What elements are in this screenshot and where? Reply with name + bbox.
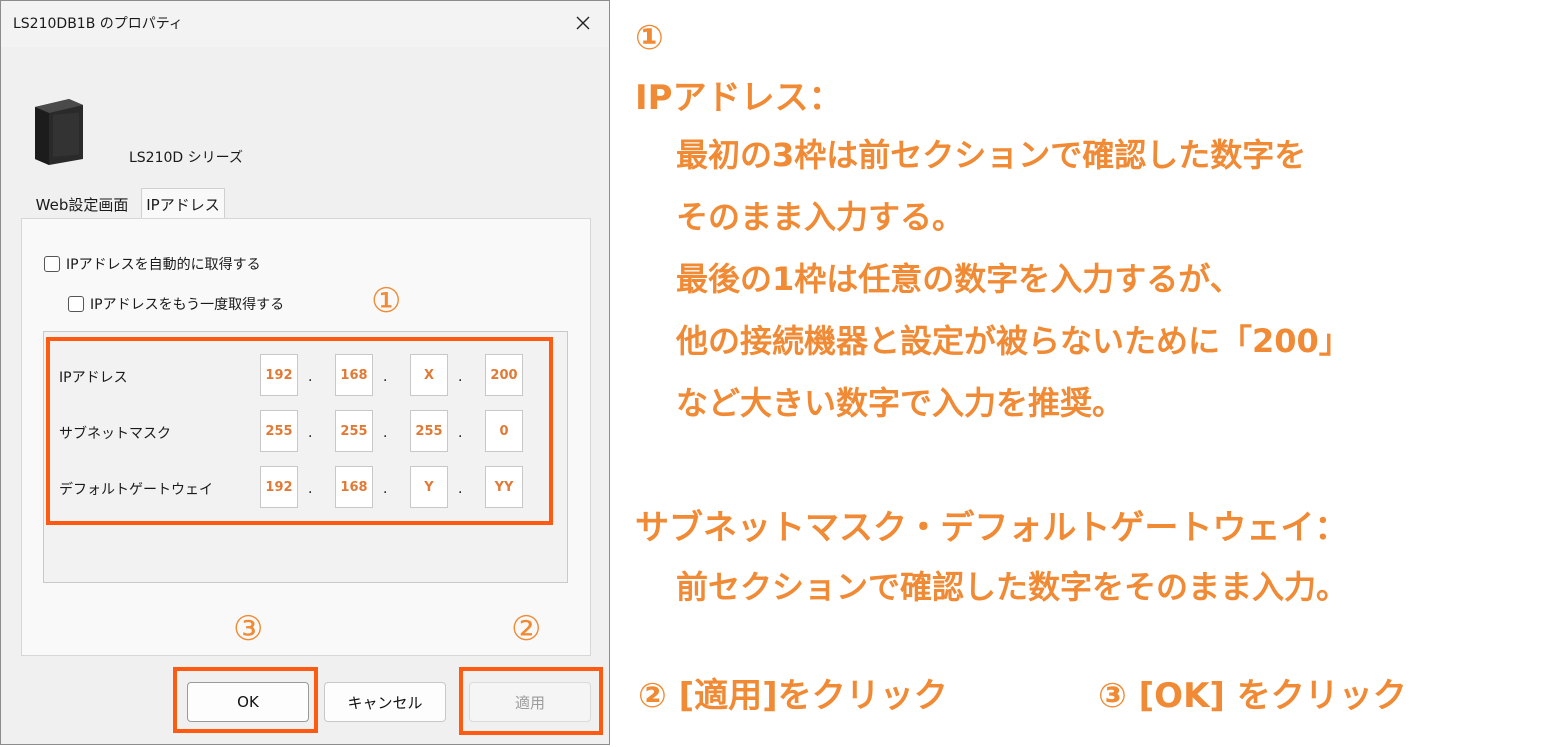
annotation-subnet-line: 前セクションで確認した数字をそのまま入力。: [676, 568, 1349, 606]
cancel-button[interactable]: キャンセル: [324, 682, 446, 722]
annotation-ip-line: 他の接続機器と設定が被らないために「200」: [676, 322, 1351, 360]
reacquire-ip-label: IPアドレスをもう一度取得する: [90, 297, 285, 313]
tab-web-settings[interactable]: Web設定画面: [23, 189, 141, 219]
tab-ip-address[interactable]: IPアドレス: [141, 188, 225, 219]
fields-highlight-frame: [46, 337, 553, 525]
annotation-marker-one: ①: [635, 18, 664, 58]
annotation-ip-line: 最後の1枠は任意の数字を入力するが、: [676, 260, 1242, 298]
annotation-ip-line: そのまま入力する。: [676, 198, 965, 236]
auto-ip-label: IPアドレスを自動的に取得する: [66, 257, 261, 273]
dialog-title: LS210DB1B のプロパティ: [13, 16, 183, 32]
auto-ip-checkbox[interactable]: [44, 256, 60, 272]
annotation-ip-line: 最初の3枠は前セクションで確認した数字を: [676, 136, 1307, 174]
marker-one: ①: [371, 281, 402, 321]
device-series-label: LS210D シリーズ: [129, 150, 243, 166]
close-button[interactable]: [563, 5, 603, 41]
ok-highlight-frame: [173, 667, 318, 733]
annotation-subnet-heading: サブネットマスク・デフォルトゲートウェイ：: [635, 508, 1349, 548]
reacquire-ip-checkbox-row[interactable]: IPアドレスをもう一度取得する: [68, 294, 284, 314]
marker-three: ③: [233, 609, 264, 649]
annotation-ip-heading: IPアドレス：: [635, 78, 843, 118]
nas-device-icon: [35, 99, 83, 165]
reacquire-ip-checkbox[interactable]: [68, 296, 84, 312]
title-bar: LS210DB1B のプロパティ: [1, 1, 609, 47]
properties-dialog: LS210DB1B のプロパティ LS210D シリーズ Web設定画面 IPア…: [0, 0, 610, 745]
annotation-step-three: ③ [OK] をクリック: [1098, 676, 1407, 716]
marker-two: ②: [511, 609, 542, 649]
auto-ip-checkbox-row[interactable]: IPアドレスを自動的に取得する: [44, 254, 261, 274]
close-icon: [576, 16, 590, 30]
annotation-ip-line: など大きい数字で入力を推奨。: [676, 384, 1125, 422]
apply-highlight-frame: [459, 667, 603, 735]
annotation-step-two: ② [適用]をクリック: [638, 676, 948, 716]
